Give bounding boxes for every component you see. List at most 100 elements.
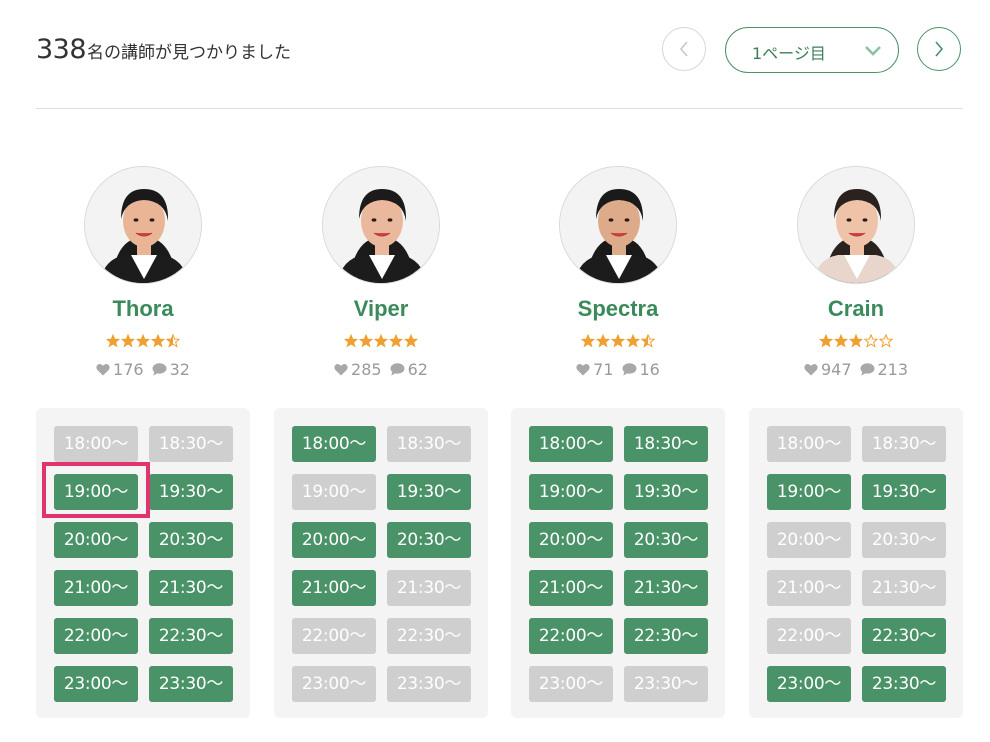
time-slot-unavailable: 18:00〜 xyxy=(54,426,138,462)
tutor-stats: 71 16 xyxy=(511,360,725,379)
reviews-count: 32 xyxy=(152,360,190,379)
star-icon xyxy=(151,334,165,348)
comment-icon xyxy=(152,363,167,376)
time-slot-available[interactable]: 20:30〜 xyxy=(387,522,471,558)
favorites-value: 71 xyxy=(593,360,614,379)
comment-icon xyxy=(390,363,405,376)
star-icon xyxy=(374,334,388,348)
time-slot-available[interactable]: 21:00〜 xyxy=(529,570,613,606)
star-icon xyxy=(819,334,833,348)
time-slot-unavailable: 22:00〜 xyxy=(767,618,851,654)
time-slot-unavailable: 23:30〜 xyxy=(624,666,708,702)
time-slot-unavailable: 21:00〜 xyxy=(767,570,851,606)
time-slot-unavailable: 20:00〜 xyxy=(767,522,851,558)
star-icon xyxy=(106,334,120,348)
time-slot-available[interactable]: 19:30〜 xyxy=(149,474,233,510)
result-count-text: 名の講師が見つかりました xyxy=(87,43,292,63)
favorites-count: 285 xyxy=(334,360,382,379)
tutor-avatar[interactable] xyxy=(797,166,915,284)
results-header: 338 名の講師が見つかりました 1ページ目 xyxy=(36,22,963,78)
heart-icon xyxy=(334,364,348,376)
time-slot-available[interactable]: 20:00〜 xyxy=(54,522,138,558)
time-slot-available[interactable]: 23:00〜 xyxy=(54,666,138,702)
star-icon xyxy=(834,334,848,348)
time-slot-available[interactable]: 22:30〜 xyxy=(624,618,708,654)
header-divider xyxy=(36,108,963,109)
time-slot-unavailable: 18:30〜 xyxy=(149,426,233,462)
time-slot-available[interactable]: 20:30〜 xyxy=(149,522,233,558)
tutor-rating xyxy=(36,334,250,348)
chevron-right-icon xyxy=(935,41,944,57)
time-slot-available[interactable]: 18:30〜 xyxy=(624,426,708,462)
star-icon xyxy=(864,334,878,348)
prev-page-button[interactable] xyxy=(662,27,706,71)
tutor-name[interactable]: Viper xyxy=(274,296,488,322)
favorites-value: 285 xyxy=(351,360,382,379)
time-slot-available[interactable]: 23:00〜 xyxy=(767,666,851,702)
reviews-value: 32 xyxy=(169,360,190,379)
tutor-rating xyxy=(511,334,725,348)
star-icon xyxy=(404,334,418,348)
tutor-rating xyxy=(749,334,963,348)
time-slot-available[interactable]: 18:00〜 xyxy=(292,426,376,462)
time-slot-available[interactable]: 22:00〜 xyxy=(54,618,138,654)
page-select-value: 1ページ目 xyxy=(752,44,826,63)
favorites-count: 176 xyxy=(96,360,144,379)
star-icon xyxy=(389,334,403,348)
favorites-count: 947 xyxy=(804,360,852,379)
time-slot-available[interactable]: 21:00〜 xyxy=(292,570,376,606)
star-icon xyxy=(581,334,595,348)
time-slot-available[interactable]: 23:30〜 xyxy=(862,666,946,702)
result-count-number: 338 xyxy=(36,34,87,65)
time-slot-unavailable: 18:30〜 xyxy=(862,426,946,462)
tutor-name[interactable]: Thora xyxy=(36,296,250,322)
star-icon xyxy=(166,334,180,348)
star-icon xyxy=(849,334,863,348)
next-page-button[interactable] xyxy=(917,27,961,71)
time-slot-available[interactable]: 19:30〜 xyxy=(387,474,471,510)
time-slot-unavailable: 18:30〜 xyxy=(387,426,471,462)
reviews-count: 213 xyxy=(860,360,909,379)
time-slot-available[interactable]: 19:00〜 xyxy=(767,474,851,510)
tutor-stats: 947 213 xyxy=(749,360,963,379)
heart-icon xyxy=(576,364,590,376)
time-slot-available[interactable]: 22:30〜 xyxy=(149,618,233,654)
time-slot-available[interactable]: 20:00〜 xyxy=(529,522,613,558)
chevron-down-icon xyxy=(865,46,881,56)
time-slot-available[interactable]: 22:30〜 xyxy=(862,618,946,654)
time-slot-available[interactable]: 19:30〜 xyxy=(624,474,708,510)
page-select[interactable]: 1ページ目 xyxy=(725,27,899,73)
time-slot-available[interactable]: 18:00〜 xyxy=(529,426,613,462)
time-slot-available[interactable]: 20:00〜 xyxy=(292,522,376,558)
time-slot-available[interactable]: 20:30〜 xyxy=(624,522,708,558)
favorites-count: 71 xyxy=(576,360,614,379)
time-slot-available[interactable]: 22:00〜 xyxy=(529,618,613,654)
reviews-count: 62 xyxy=(390,360,428,379)
tutor-name[interactable]: Spectra xyxy=(511,296,725,322)
time-slot-unavailable: 21:30〜 xyxy=(862,570,946,606)
tutor-name[interactable]: Crain xyxy=(749,296,963,322)
tutor-avatar[interactable] xyxy=(559,166,677,284)
star-icon xyxy=(121,334,135,348)
star-icon xyxy=(641,334,655,348)
time-slot-available[interactable]: 21:30〜 xyxy=(624,570,708,606)
time-slot-available[interactable]: 19:30〜 xyxy=(862,474,946,510)
tutor-avatar[interactable] xyxy=(84,166,202,284)
star-icon xyxy=(344,334,358,348)
comment-icon xyxy=(622,363,636,376)
tutor-stats: 285 62 xyxy=(274,360,488,379)
reviews-count: 16 xyxy=(622,360,660,379)
tutor-avatar[interactable] xyxy=(322,166,440,284)
comment-icon xyxy=(860,363,874,376)
time-slot-available[interactable]: 23:30〜 xyxy=(149,666,233,702)
star-icon xyxy=(879,334,893,348)
selected-slot-highlight xyxy=(42,462,150,518)
time-slot-available[interactable]: 19:00〜 xyxy=(529,474,613,510)
time-slot-available[interactable]: 21:00〜 xyxy=(54,570,138,606)
time-slot-unavailable: 22:00〜 xyxy=(292,618,376,654)
time-slot-available[interactable]: 21:30〜 xyxy=(149,570,233,606)
chevron-left-icon xyxy=(679,41,688,57)
time-slot-unavailable: 23:00〜 xyxy=(529,666,613,702)
tutor-rating xyxy=(274,334,488,348)
reviews-value: 213 xyxy=(877,360,909,379)
